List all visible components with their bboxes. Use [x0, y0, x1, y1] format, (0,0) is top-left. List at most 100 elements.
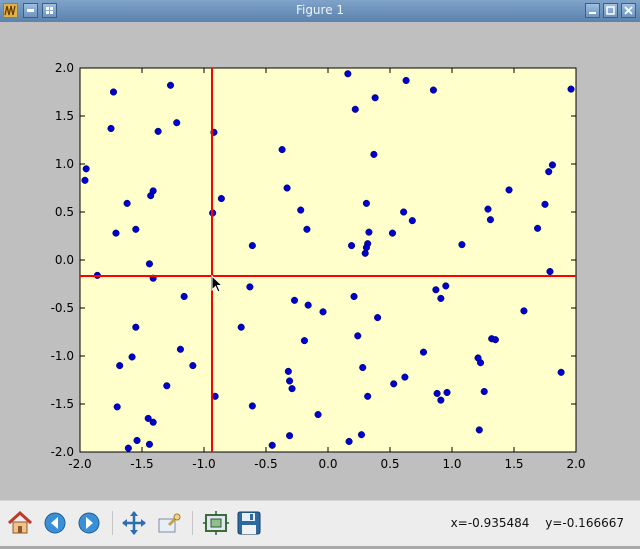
scatter-point — [505, 186, 513, 194]
y-tick-label: 2.0 — [55, 61, 74, 75]
scatter-point — [290, 296, 299, 304]
scatter-point — [374, 314, 382, 322]
x-tick-label: 1.0 — [442, 457, 461, 471]
scatter-point — [545, 168, 553, 176]
scatter-point — [437, 294, 445, 302]
scatter-point — [390, 380, 398, 388]
scatter-point — [286, 432, 294, 440]
window-title: Figure 1 — [295, 3, 345, 17]
scatter-point — [442, 282, 450, 290]
scatter-point — [109, 88, 118, 96]
scatter-point — [116, 362, 124, 370]
scatter-point — [300, 337, 308, 345]
scatter-point — [351, 105, 359, 113]
x-tick-label: 2.0 — [566, 457, 585, 471]
scatter-point — [288, 385, 296, 393]
scatter-point — [546, 267, 554, 276]
scatter-point — [361, 249, 369, 257]
scatter-point — [534, 224, 542, 232]
scatter-point — [82, 165, 90, 173]
scatter-point — [283, 184, 291, 192]
scatter-point — [348, 242, 356, 250]
scatter-point — [237, 323, 245, 331]
scatter-point — [149, 187, 157, 195]
scatter-point — [362, 199, 370, 207]
scatter-point — [370, 150, 378, 158]
scatter-point — [163, 382, 171, 390]
scatter-point — [362, 243, 370, 252]
scatter-point — [112, 229, 120, 237]
zoom-rect-icon[interactable] — [155, 509, 183, 537]
y-tick-label: 1.0 — [55, 157, 74, 171]
scatter-point — [145, 260, 153, 268]
axes-background — [79, 67, 577, 453]
scatter-point — [475, 426, 483, 434]
scatter-point — [401, 373, 409, 381]
toolbar-separator — [192, 511, 193, 535]
scatter-point — [400, 208, 408, 216]
scatter-point — [304, 301, 312, 309]
scatter-point — [149, 418, 157, 426]
scatter-point — [480, 387, 488, 396]
scatter-point — [548, 161, 556, 169]
scatter-point — [314, 411, 322, 419]
scatter-point — [319, 308, 327, 316]
scatter-point — [476, 359, 485, 367]
y-tick-label: -0.5 — [51, 301, 74, 315]
scatter-point — [286, 377, 294, 385]
scatter-point — [486, 216, 494, 224]
x-tick-label: 1.5 — [504, 457, 523, 471]
scatter-point — [344, 70, 352, 78]
toolbar-separator — [112, 511, 113, 535]
scatter-point — [541, 200, 549, 208]
scatter-point — [107, 124, 115, 133]
scatter-point — [365, 228, 373, 236]
minimize-icon[interactable] — [585, 3, 600, 18]
scatter-point — [359, 363, 367, 372]
scatter-point — [173, 119, 181, 127]
y-coordinate: y=-0.166667 — [545, 516, 624, 530]
scatter-point — [433, 389, 441, 397]
close-icon[interactable] — [621, 3, 636, 18]
scatter-point — [248, 242, 256, 250]
scatter-point — [248, 402, 256, 410]
scatter-point — [557, 368, 565, 376]
scatter-point — [145, 440, 153, 448]
scatter-chart[interactable]: -2.0 -1.5 -1.0 -0.5 0.0 0.5 1.0 1.5 2.0 2.0 1.5 1.… — [0, 22, 640, 500]
scatter-point — [402, 76, 410, 85]
scatter-point — [166, 81, 175, 89]
scatter-point — [350, 292, 358, 301]
scatter-point — [437, 396, 445, 404]
x-tick-label: 0.5 — [380, 457, 399, 471]
x-tick-label: 0.0 — [318, 457, 337, 471]
x-coordinate: x=-0.935484 — [450, 516, 530, 530]
cursor-coordinates-readout: x=-0.935484 y=-0.166667 — [439, 516, 624, 530]
scatter-point — [268, 441, 276, 449]
scatter-point — [189, 362, 197, 370]
pan-move-icon[interactable] — [120, 509, 148, 537]
scatter-point — [364, 392, 372, 400]
scatter-point — [297, 206, 305, 214]
home-icon[interactable] — [6, 509, 34, 537]
maximize-icon[interactable] — [603, 3, 618, 18]
y-tick-label: 1.5 — [55, 109, 74, 123]
subplots-config-icon[interactable] — [202, 509, 230, 537]
y-tick-label: 0.0 — [55, 253, 74, 267]
navigation-toolbar: x=-0.935484 y=-0.166667 — [0, 500, 640, 549]
scatter-point — [429, 86, 437, 94]
scatter-point — [123, 199, 131, 207]
scatter-point — [419, 348, 428, 356]
scatter-point — [132, 225, 140, 233]
scatter-point — [132, 323, 140, 331]
scatter-point — [443, 388, 451, 397]
scatter-point — [284, 367, 292, 375]
scatter-point — [124, 444, 132, 452]
save-floppy-icon[interactable] — [235, 509, 263, 537]
scatter-point — [458, 241, 466, 249]
x-tick-label: -2.0 — [68, 457, 91, 471]
scatter-point — [180, 292, 188, 301]
forward-arrow-icon[interactable] — [75, 509, 103, 537]
figure-canvas[interactable]: -2.0 -1.5 -1.0 -0.5 0.0 0.5 1.0 1.5 2.0 2.0 1.5 1.… — [0, 22, 640, 500]
scatter-point — [128, 353, 136, 361]
back-arrow-icon[interactable] — [41, 509, 69, 537]
